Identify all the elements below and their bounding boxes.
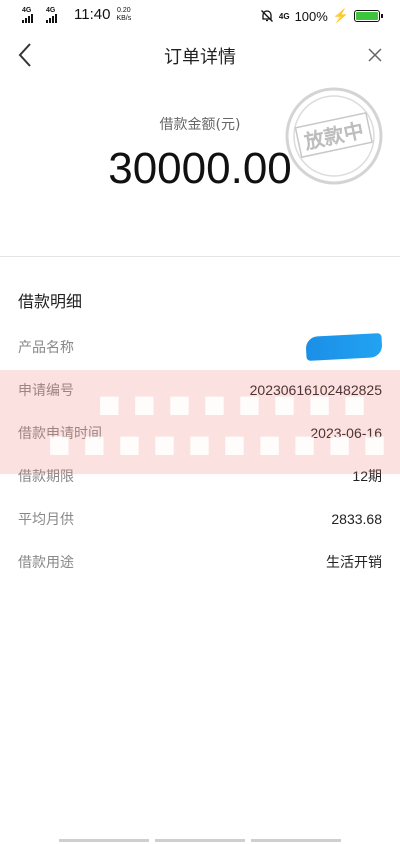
network-speed: 0.20 KB/s [116, 7, 131, 23]
detail-label: 借款用途 [18, 554, 74, 571]
clock: 11:40 [74, 6, 111, 23]
detail-row-product: 产品名称 [0, 325, 400, 368]
redacted-product-name [305, 332, 383, 361]
network-speed-value: 0.20 [117, 7, 131, 14]
detail-row-monthly-payment: 平均月供 2833.68 [0, 497, 400, 540]
detail-label: 平均月供 [18, 511, 74, 528]
battery-percent: 100% [294, 8, 328, 24]
loan-amount-section: 借款金额(元) 30000.00 放款中 [0, 87, 400, 252]
loan-detail-title: 借款明细 [18, 292, 83, 311]
mute-bell-icon [260, 10, 273, 22]
signal-strength-icon: 4G [22, 7, 40, 23]
network-type-label: 4G [278, 11, 290, 21]
home-indicator [0, 838, 400, 844]
nav-bar: 订单详情 [0, 32, 400, 78]
charging-bolt-icon: ⚡ [332, 8, 349, 23]
section-divider [0, 256, 400, 257]
detail-label: 产品名称 [18, 339, 74, 356]
detail-row-purpose: 借款用途 生活开销 [0, 540, 400, 583]
battery-icon [354, 10, 383, 22]
page-title: 订单详情 [164, 47, 236, 68]
network-type-label: 4G [22, 7, 32, 14]
watermark-overlay: ■ ■ ■ ■ ■ ■ ■ ■ ■ ■ ■ ■ ■ ■ ■ ■ ■ ■ ■ [0, 370, 400, 474]
detail-value: 2833.68 [331, 510, 382, 527]
signal-strength-icon: 4G [46, 7, 64, 23]
watermark-text: ■ ■ ■ ■ ■ ■ ■ ■ [98, 390, 368, 418]
network-type-label: 4G [46, 7, 56, 14]
watermark-text: ■ ■ ■ ■ ■ ■ ■ ■ ■ ■ ■ [48, 430, 400, 458]
detail-value: 生活开销 [326, 553, 382, 570]
network-speed-unit: KB/s [116, 15, 132, 22]
status-stamp: 放款中 [285, 87, 383, 185]
close-icon[interactable] [366, 46, 384, 64]
status-bar: 4G 4G 11:40 0.20 KB/s 4G 100% ⚡ [0, 0, 400, 32]
